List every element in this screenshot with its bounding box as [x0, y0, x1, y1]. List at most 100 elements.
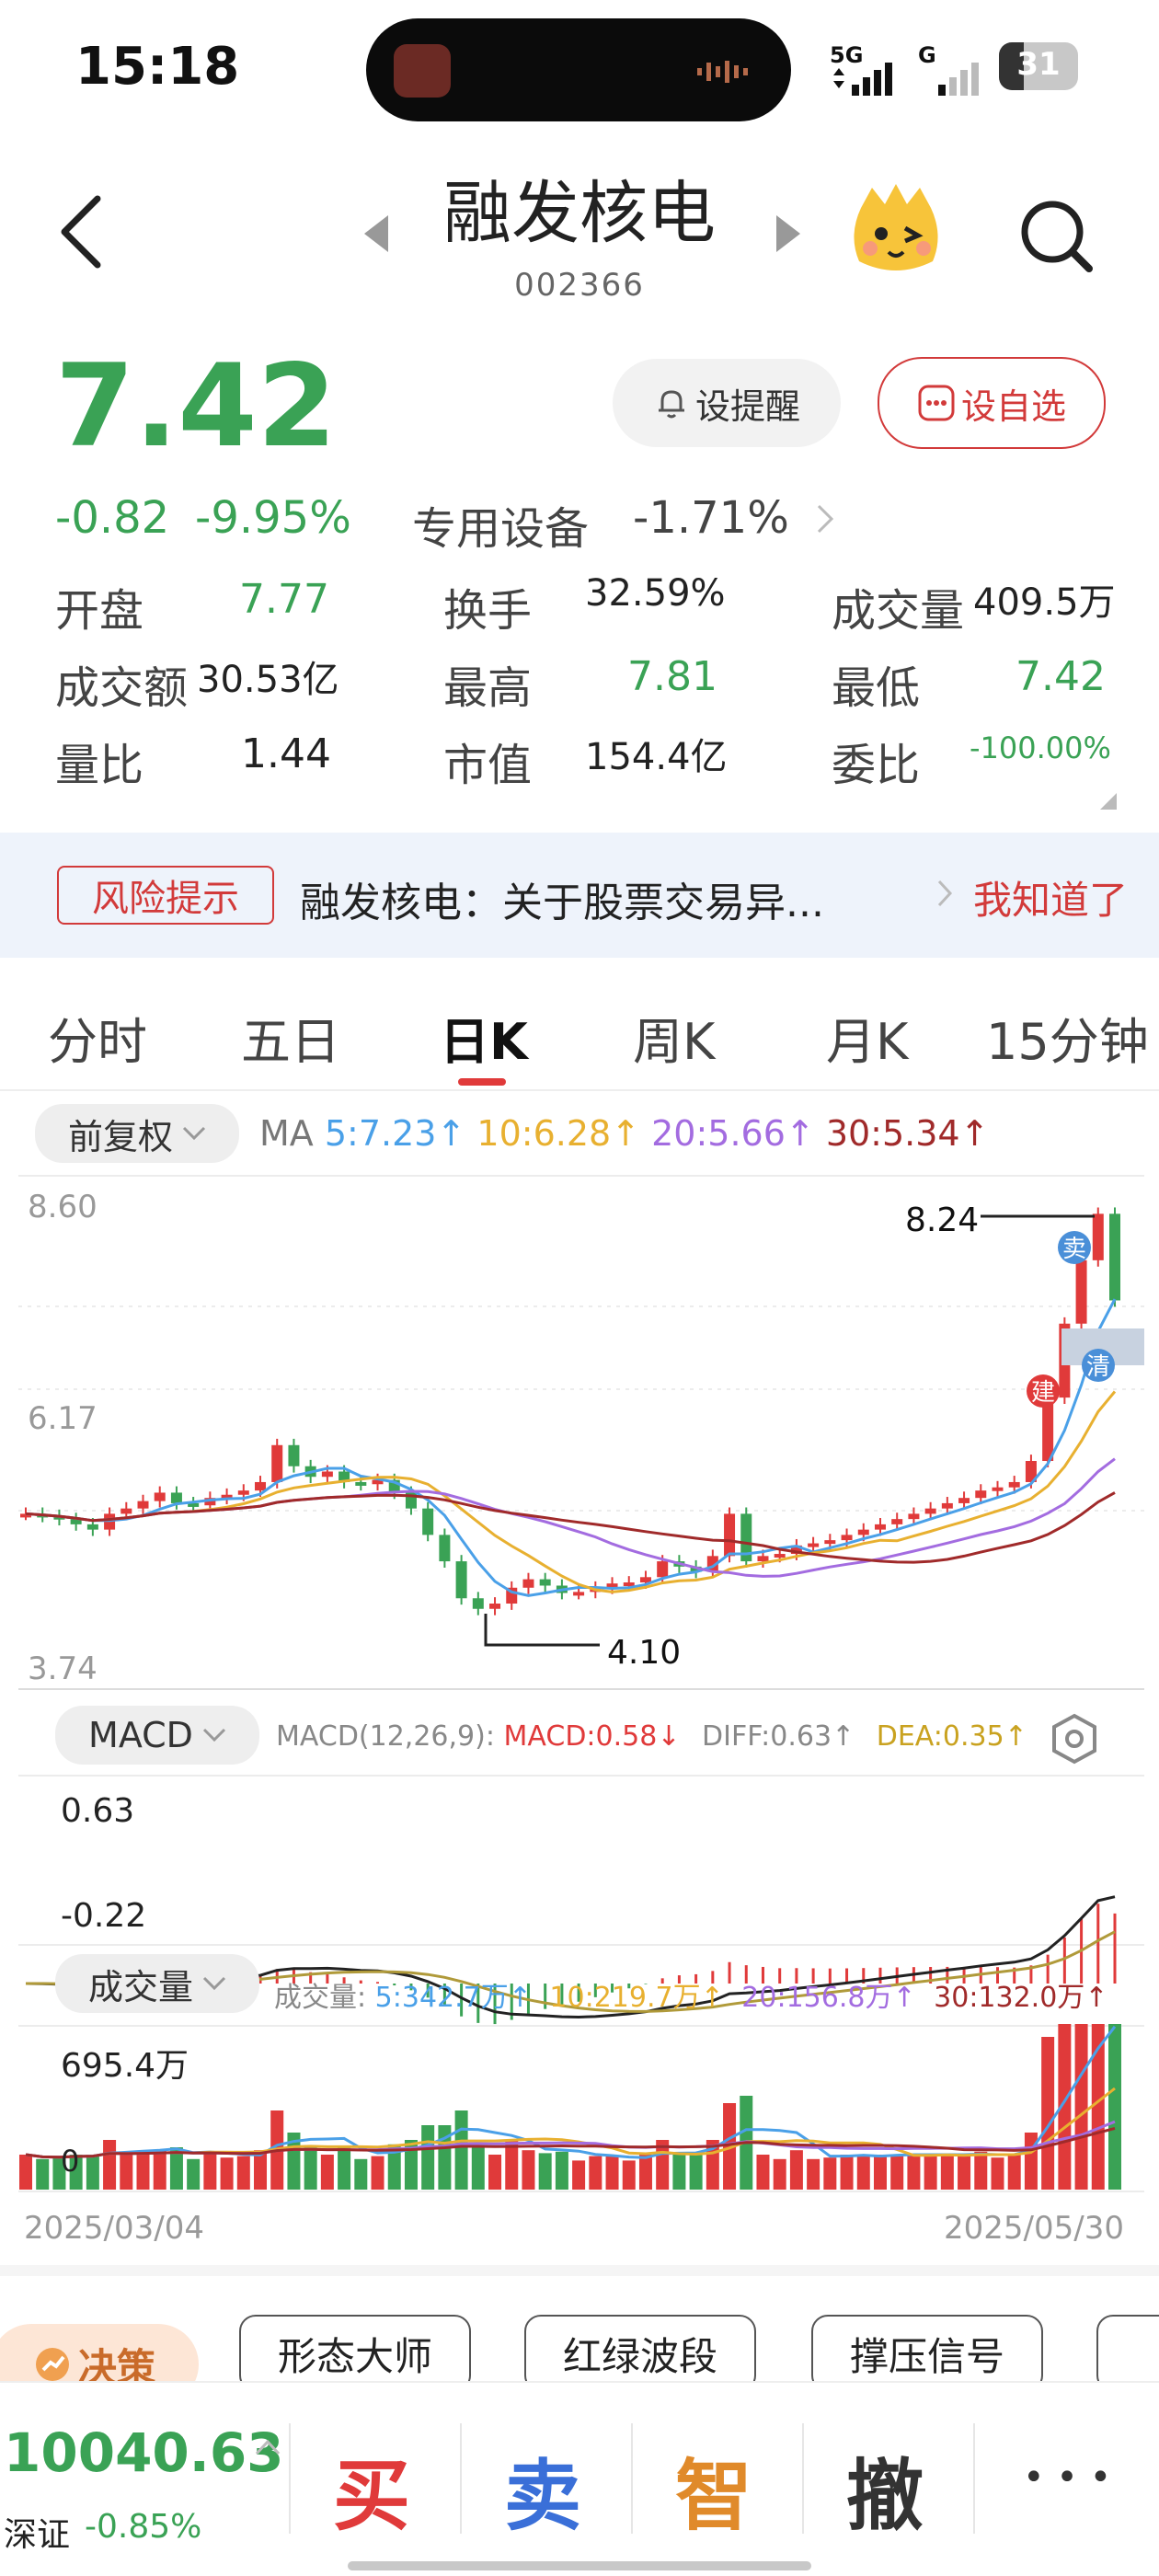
- volume-bar: [924, 2155, 937, 2190]
- volume-bar: [203, 2151, 217, 2190]
- volume-bar: [338, 2147, 351, 2190]
- ma20-value: 20:5.66↑: [651, 1113, 815, 1154]
- volume-label: 成交量: [832, 585, 965, 637]
- chevron-down-icon: [202, 1976, 226, 1991]
- stock-name: 融发核电: [443, 174, 716, 253]
- settings-hex-icon[interactable]: [1050, 1713, 1098, 1765]
- mascot-icon[interactable]: [844, 180, 947, 280]
- volume-bar: [120, 2155, 133, 2190]
- candle-body: [724, 1513, 736, 1557]
- vol5-value: 5:342.7万↑: [374, 1982, 532, 2014]
- more-menu-button[interactable]: • • •: [1023, 2456, 1111, 2499]
- index-value[interactable]: 10040.63: [4, 2421, 284, 2484]
- risk-banner[interactable]: 风险提示 融发核电：关于股票交易异... 我知道了: [0, 833, 1159, 958]
- chevron-down-icon: [202, 1728, 226, 1742]
- search-icon[interactable]: [1017, 197, 1095, 274]
- index-change: -0.85%: [85, 2508, 202, 2546]
- volume-bar: [974, 2151, 988, 2190]
- volume-bar: [103, 2140, 117, 2190]
- candles: [20, 1207, 1120, 1616]
- high-label: 最高: [443, 662, 533, 714]
- candle-body: [757, 1556, 769, 1562]
- volume-bar: [672, 2155, 686, 2190]
- more-dots-icon: [918, 385, 955, 421]
- divider: [289, 2423, 291, 2534]
- volume-bar: [187, 2158, 201, 2190]
- volume-bar: [840, 2155, 854, 2190]
- add-watchlist-button[interactable]: 设自选: [878, 357, 1106, 449]
- smart-button[interactable]: 智: [675, 2434, 752, 2546]
- cancel-order-button[interactable]: 撤: [846, 2434, 924, 2546]
- candle-body: [623, 1582, 635, 1587]
- volume-ratio-label: 量比: [55, 740, 144, 791]
- battery-level: 31: [1016, 46, 1061, 83]
- volume-bar: [589, 2156, 602, 2190]
- volume-ma-lines: [25, 2025, 1117, 2159]
- risk-text[interactable]: 融发核电：关于股票交易异...: [300, 869, 824, 928]
- tab-five-day[interactable]: 五日: [241, 1001, 340, 1074]
- ma10-value: 10:6.28↑: [476, 1113, 641, 1154]
- candle-body: [639, 1577, 651, 1583]
- volume-bar: [1074, 2024, 1088, 2190]
- low-marker-label: 4.10: [607, 1634, 682, 1672]
- candle-body: [237, 1490, 249, 1495]
- volume-bar: [807, 2158, 820, 2190]
- buy-button[interactable]: 买: [333, 2434, 410, 2546]
- tab-15min[interactable]: 15分钟: [986, 1001, 1149, 1074]
- island-app-icon: [394, 44, 451, 98]
- candle-body: [1008, 1481, 1020, 1488]
- volume-bar: [890, 2155, 904, 2190]
- tab-weekly-k[interactable]: 周K: [633, 1001, 715, 1074]
- sector-change[interactable]: -1.71%: [633, 492, 789, 544]
- active-tab-indicator: [458, 1078, 506, 1086]
- candle-body: [120, 1508, 132, 1514]
- volume-ma5-line: [25, 2025, 1117, 2159]
- volume-bar: [522, 2150, 535, 2190]
- volume-bar: [371, 2156, 384, 2190]
- ma10-line: [25, 1390, 1117, 1593]
- volume-bar: [1024, 2133, 1038, 2190]
- macd-axis-bottom: -0.22: [61, 1897, 147, 1935]
- candle-body: [321, 1471, 333, 1478]
- chevron-up-icon[interactable]: [254, 2438, 281, 2456]
- next-stock-icon[interactable]: [773, 213, 804, 254]
- chevron-right-icon[interactable]: [815, 502, 835, 535]
- volume-axis-zero: 0: [61, 2144, 80, 2179]
- ma30-value: 30:5.34↑: [825, 1113, 990, 1154]
- sell-button[interactable]: 卖: [504, 2434, 581, 2546]
- set-alert-label: 设提醒: [694, 385, 800, 427]
- sector-name[interactable]: 专用设备: [412, 492, 589, 557]
- volume-dropdown[interactable]: 成交量: [55, 1954, 259, 2013]
- candle-body: [908, 1513, 920, 1520]
- candle-body: [774, 1554, 786, 1558]
- date-start: 2025/03/04: [24, 2210, 204, 2247]
- tab-daily-k[interactable]: 日K: [440, 1001, 528, 1074]
- audio-wave-icon: [697, 61, 748, 83]
- dea-value: DEA:0.35↑: [876, 1720, 1027, 1753]
- vol10-value: 10:219.7万↑: [549, 1982, 724, 2014]
- tab-intraday[interactable]: 分时: [48, 1001, 147, 1074]
- volume-bar: [220, 2157, 234, 2190]
- volume-bar: [153, 2150, 166, 2190]
- macd-dropdown[interactable]: MACD: [55, 1706, 259, 1765]
- candle-body: [422, 1508, 434, 1535]
- divider: [802, 2423, 804, 2534]
- volume-bar: [555, 2151, 568, 2190]
- bell-icon: [658, 390, 684, 419]
- commission-label: 委比: [832, 740, 921, 791]
- expand-corner-icon[interactable]: [1098, 791, 1119, 811]
- volume-bar: [856, 2155, 870, 2190]
- tab-monthly-k[interactable]: 月K: [826, 1001, 908, 1074]
- candle-body: [857, 1529, 869, 1535]
- adjust-dropdown[interactable]: 前复权: [35, 1104, 239, 1163]
- volume-bar: [773, 2158, 786, 2190]
- risk-dismiss-button[interactable]: 我知道了: [973, 869, 1128, 926]
- volume-bar: [958, 2155, 971, 2190]
- turnover-label: 换手: [443, 585, 533, 637]
- vol20-value: 20:156.8万↑: [741, 1982, 916, 2014]
- macd-value: MACD:0.58↓: [503, 1720, 681, 1753]
- low-value: 7.42: [1016, 653, 1106, 700]
- open-label: 开盘: [55, 585, 144, 637]
- chevron-down-icon: [182, 1126, 206, 1141]
- set-alert-button[interactable]: 设提醒: [613, 359, 841, 447]
